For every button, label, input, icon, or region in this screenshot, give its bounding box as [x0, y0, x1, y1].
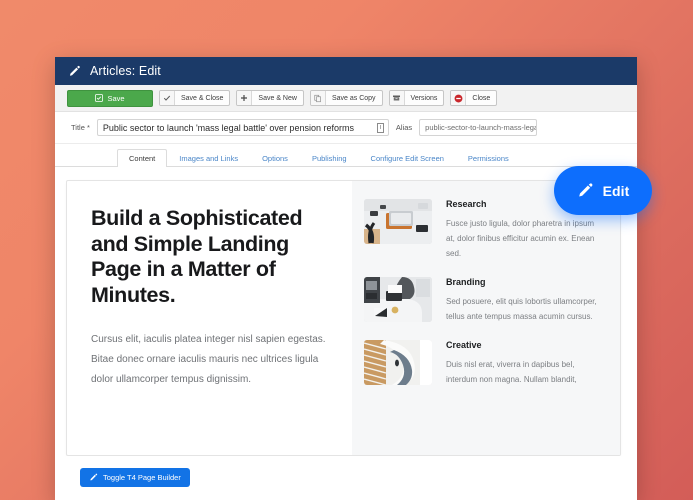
title-input[interactable]: Public sector to launch 'mass legal batt… — [96, 119, 389, 136]
save-as-copy-button[interactable]: Save as Copy — [309, 90, 383, 106]
versions-button[interactable]: Versions — [388, 90, 445, 106]
feature-item: Branding Sed posuere, elit quis lobortis… — [364, 277, 598, 324]
article-form-row: Title * Public sector to launch 'mass le… — [55, 112, 637, 144]
preview-left-column: Build a Sophisticated and Simple Landing… — [67, 181, 352, 455]
save-as-copy-label: Save as Copy — [331, 94, 376, 102]
window-titlebar: Articles: Edit — [55, 57, 637, 85]
tab-images-and-links[interactable]: Images and Links — [167, 149, 250, 166]
tab-options[interactable]: Options — [250, 149, 300, 166]
hero-paragraph: Cursus elit, iaculis platea integer nisl… — [91, 334, 326, 385]
save-and-new-label: Save & New — [258, 94, 297, 102]
plus-icon — [237, 91, 253, 105]
pencil-icon — [89, 473, 98, 482]
landing-page-preview[interactable]: Build a Sophisticated and Simple Landing… — [66, 180, 621, 456]
floating-edit-label: Edit — [602, 182, 630, 199]
feature-title: Branding — [446, 277, 486, 287]
save-button[interactable]: Save — [67, 89, 153, 107]
feature-text: Sed posuere, elit quis lobortis ullamcor… — [446, 297, 597, 321]
feature-body: Branding Sed posuere, elit quis lobortis… — [446, 277, 598, 324]
tab-content[interactable]: Content — [117, 149, 168, 167]
alias-field-label: Alias — [395, 123, 413, 132]
save-button-label: Save — [107, 93, 125, 103]
title-input-value: Public sector to launch 'mass legal batt… — [102, 122, 354, 133]
hero-heading: Build a Sophisticated and Simple Landing… — [91, 206, 303, 307]
copy-icon — [310, 91, 326, 105]
floating-edit-button[interactable]: Edit — [554, 166, 652, 215]
editor-footer: Toggle T4 Page Builder — [66, 456, 621, 487]
toggle-t4-page-builder-button[interactable]: Toggle T4 Page Builder — [80, 468, 190, 487]
versions-label: Versions — [410, 94, 438, 102]
text-cursor-icon: I — [376, 123, 384, 133]
feature-body: Creative Duis nisl erat, viverra in dapi… — [446, 340, 598, 387]
feature-text: Duis nisl erat, viverra in dapibus bel, … — [446, 360, 577, 384]
edit-tabs: Content Images and Links Options Publish… — [55, 144, 637, 167]
tab-permissions[interactable]: Permissions — [456, 149, 521, 166]
architecture-staircase-photo — [364, 340, 432, 385]
alias-input-value: public-sector-to-launch-mass-legal — [425, 123, 538, 132]
alias-input[interactable]: public-sector-to-launch-mass-legal — [419, 119, 538, 136]
toolbar: Save Save & Close Save & New Save as Cop… — [55, 85, 637, 112]
archive-icon — [389, 91, 405, 105]
pencil-icon — [68, 65, 81, 78]
feature-text: Fusce justo ligula, dolor pharetra in ip… — [446, 219, 595, 258]
check-icon — [160, 91, 175, 105]
cancel-icon — [451, 91, 467, 105]
tab-publishing[interactable]: Publishing — [300, 149, 359, 166]
office-desk-meeting-photo — [364, 277, 432, 322]
pencil-icon — [577, 182, 594, 199]
window-title: Articles: Edit — [90, 64, 161, 78]
desk-flatlay-laptop-photo — [364, 199, 432, 244]
close-button[interactable]: Close — [450, 90, 498, 106]
save-and-close-label: Save & Close — [181, 94, 224, 102]
save-and-new-button[interactable]: Save & New — [236, 90, 304, 106]
preview-feature-list: Research Fusce justo ligula, dolor phare… — [352, 181, 620, 455]
save-check-icon — [95, 91, 104, 105]
feature-title: Creative — [446, 340, 482, 350]
editor-stage: Build a Sophisticated and Simple Landing… — [55, 167, 637, 500]
feature-item: Creative Duis nisl erat, viverra in dapi… — [364, 340, 598, 387]
toggle-t4-page-builder-label: Toggle T4 Page Builder — [103, 473, 181, 482]
close-label: Close — [472, 94, 491, 102]
article-edit-window: Articles: Edit Save Save & Close Save & … — [55, 57, 637, 500]
title-field-label: Title * — [71, 123, 90, 132]
save-and-close-button[interactable]: Save & Close — [159, 90, 231, 106]
tab-configure-edit-screen[interactable]: Configure Edit Screen — [359, 149, 456, 166]
